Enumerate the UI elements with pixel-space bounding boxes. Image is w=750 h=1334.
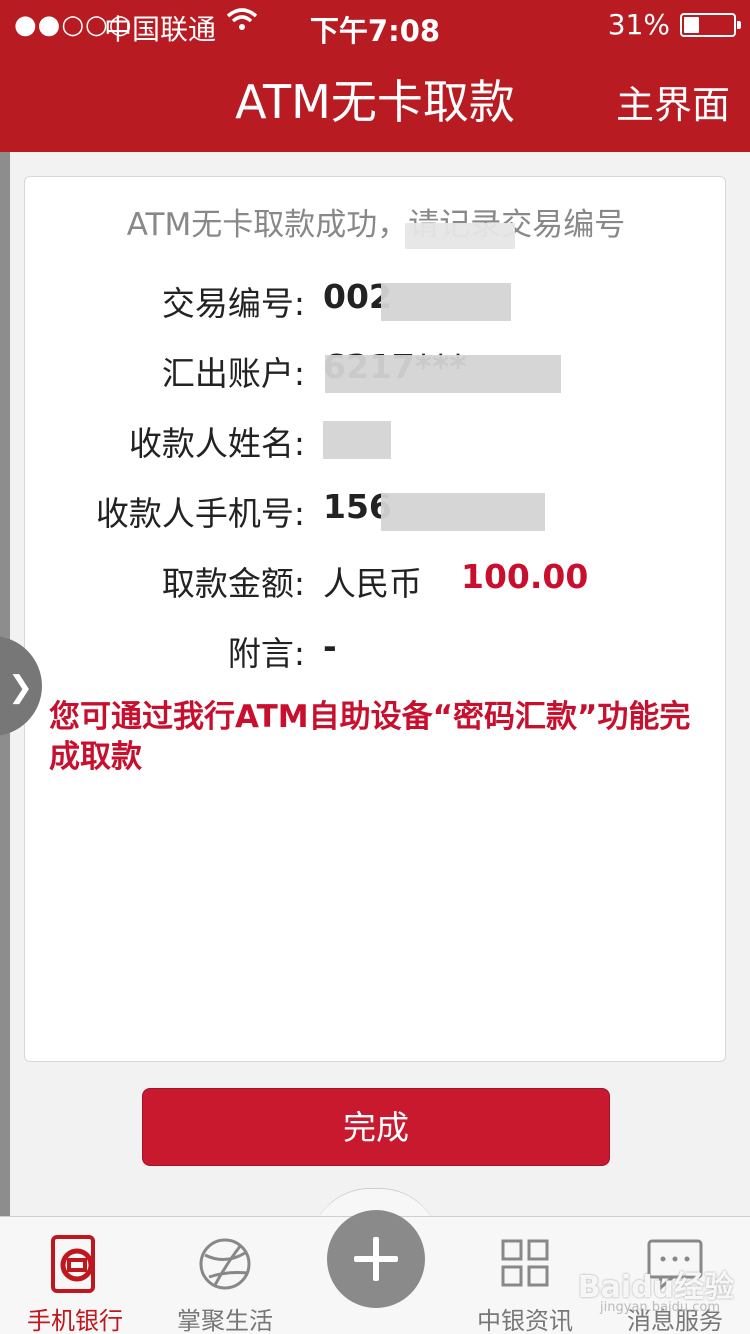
row-label: 附言:: [227, 634, 305, 673]
result-card: ATM无卡取款成功，请记录交易编号 交易编号: 002 汇出账户: 6217**…: [24, 176, 726, 1062]
row-payee-name: 收款人姓名:: [25, 417, 727, 467]
redacted-overlay: [405, 223, 515, 249]
battery-level: [684, 17, 699, 33]
plus-icon[interactable]: [327, 1210, 425, 1308]
status-bar: ●●○○○ 中国联通 下午7:08 31%: [0, 0, 750, 52]
redacted-overlay: [381, 283, 511, 321]
redacted-overlay: [381, 493, 545, 531]
done-button[interactable]: 完成: [142, 1088, 610, 1166]
row-payee-phone: 收款人手机号: 156: [25, 487, 727, 537]
instruction-note: 您可通过我行ATM自助设备“密码汇款”功能完成取款: [49, 699, 691, 775]
row-label: 汇出账户:: [161, 354, 305, 393]
row-amount: 取款金额: 人民币 100.00: [25, 557, 727, 607]
redacted-overlay: [325, 355, 561, 393]
currency-label: 人民币: [323, 564, 422, 603]
row-label: 取款金额:: [161, 564, 305, 603]
amount-value: 100.00: [461, 557, 589, 596]
success-message: ATM无卡取款成功，请记录交易编号: [126, 207, 626, 243]
row-label: 收款人手机号:: [95, 494, 305, 533]
home-button[interactable]: 主界面: [616, 74, 730, 129]
redacted-overlay: [323, 421, 391, 459]
grid-icon: [497, 1235, 553, 1293]
row-remark: 附言: -: [25, 627, 727, 677]
tab-label: 掌聚生活: [177, 1307, 273, 1334]
row-transaction-id: 交易编号: 002: [25, 277, 727, 327]
row-label: 交易编号:: [161, 284, 305, 323]
tab-label: 手机银行: [27, 1307, 123, 1334]
tab-mobile-banking[interactable]: 手机银行: [0, 1217, 150, 1334]
row-value: -: [323, 627, 337, 666]
plus-bar-v: [373, 1237, 379, 1281]
chevron-right-icon: ❯: [8, 670, 34, 705]
tab-life[interactable]: 掌聚生活: [150, 1217, 300, 1334]
row-label: 收款人姓名:: [128, 424, 305, 463]
top-bar: ●●○○○ 中国联通 下午7:08 31% ATM无卡取款 主界面: [0, 0, 750, 152]
globe-icon: [197, 1235, 253, 1293]
row-source-account: 汇出账户: 6217***: [25, 347, 727, 397]
watermark-sub: jingyan.baidu.com: [600, 1300, 720, 1315]
battery-icon: [680, 13, 741, 37]
boc-phone-icon: [47, 1235, 103, 1293]
battery-percent: 31%: [607, 8, 670, 41]
